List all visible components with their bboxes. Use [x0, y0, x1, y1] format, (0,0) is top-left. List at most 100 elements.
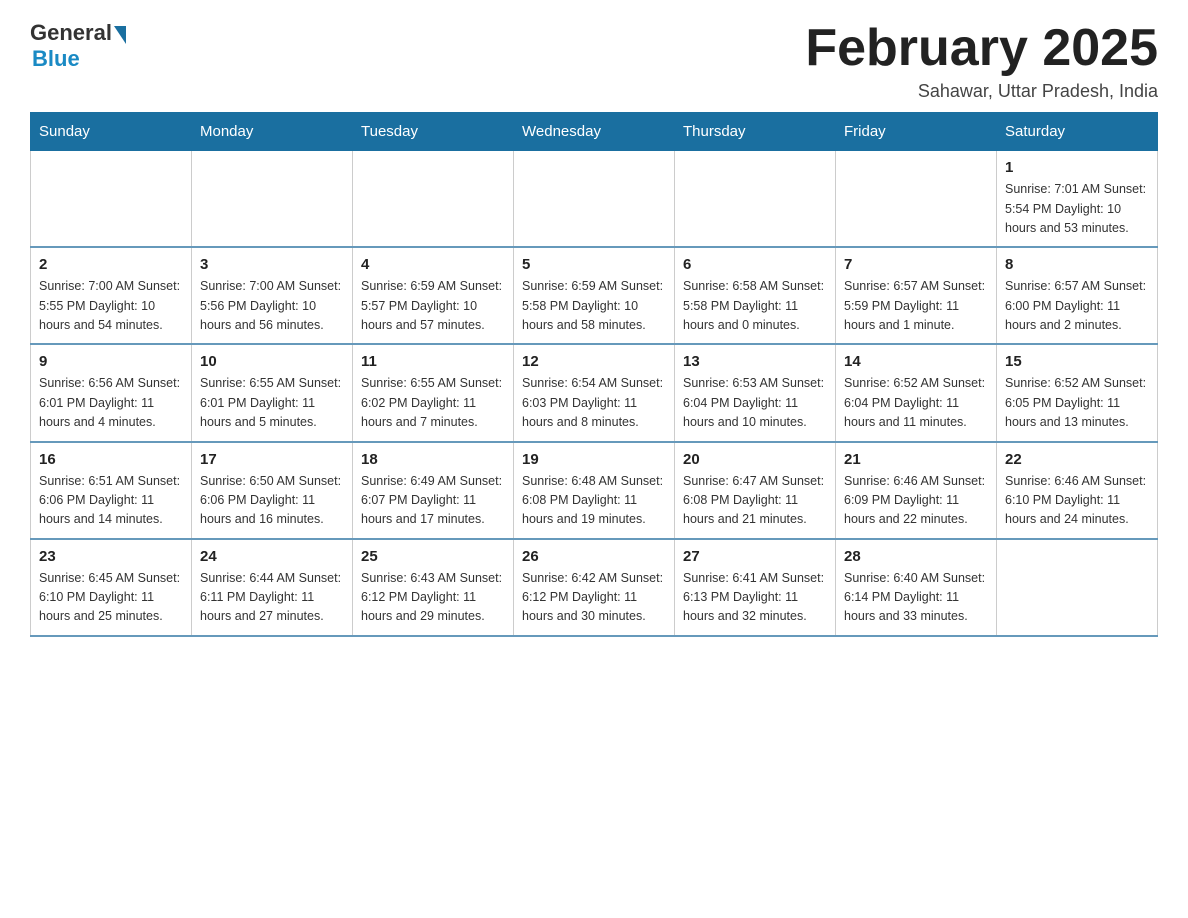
title-section: February 2025 Sahawar, Uttar Pradesh, In… [805, 20, 1158, 102]
day-info: Sunrise: 6:58 AM Sunset: 5:58 PM Dayligh… [683, 277, 827, 335]
day-number: 4 [361, 256, 505, 273]
day-number: 27 [683, 548, 827, 565]
calendar-cell: 8 Sunrise: 6:57 AM Sunset: 6:00 PM Daylig… [997, 247, 1158, 344]
logo: General Blue [30, 20, 126, 72]
calendar-cell: 16 Sunrise: 6:51 AM Sunset: 6:06 PM Dayli… [31, 442, 192, 539]
day-number: 14 [844, 353, 988, 370]
calendar-table: SundayMondayTuesdayWednesdayThursdayFrid… [30, 112, 1158, 637]
day-info: Sunrise: 6:59 AM Sunset: 5:58 PM Dayligh… [522, 277, 666, 335]
calendar-cell: 13 Sunrise: 6:53 AM Sunset: 6:04 PM Dayli… [675, 344, 836, 441]
day-info: Sunrise: 6:52 AM Sunset: 6:05 PM Dayligh… [1005, 374, 1149, 432]
day-info: Sunrise: 6:57 AM Sunset: 6:00 PM Dayligh… [1005, 277, 1149, 335]
calendar-cell: 20Sunrise: 6:47 AM Sunset: 6:08 PM Dayli… [675, 442, 836, 539]
day-number: 15 [1005, 353, 1149, 370]
calendar-cell: 10 Sunrise: 6:55 AM Sunset: 6:01 PM Dayli… [192, 344, 353, 441]
day-info: Sunrise: 6:59 AM Sunset: 5:57 PM Dayligh… [361, 277, 505, 335]
calendar-cell: 23 Sunrise: 6:45 AM Sunset: 6:10 PM Dayli… [31, 539, 192, 636]
calendar-cell: 21 Sunrise: 6:46 AM Sunset: 6:09 PM Dayli… [836, 442, 997, 539]
day-of-week-header: Tuesday [353, 113, 514, 151]
day-number: 6 [683, 256, 827, 273]
calendar-cell: 15 Sunrise: 6:52 AM Sunset: 6:05 PM Dayli… [997, 344, 1158, 441]
day-of-week-header: Sunday [31, 113, 192, 151]
day-info: Sunrise: 7:01 AM Sunset: 5:54 PM Dayligh… [1005, 180, 1149, 238]
day-number: 24 [200, 548, 344, 565]
day-info: Sunrise: 6:43 AM Sunset: 6:12 PM Dayligh… [361, 569, 505, 627]
calendar-cell: 6 Sunrise: 6:58 AM Sunset: 5:58 PM Daylig… [675, 247, 836, 344]
day-info: Sunrise: 6:44 AM Sunset: 6:11 PM Dayligh… [200, 569, 344, 627]
calendar-cell [997, 539, 1158, 636]
calendar-week-row: 2 Sunrise: 7:00 AM Sunset: 5:55 PM Daylig… [31, 247, 1158, 344]
calendar-week-row: 9 Sunrise: 6:56 AM Sunset: 6:01 PM Daylig… [31, 344, 1158, 441]
day-number: 18 [361, 451, 505, 468]
calendar-cell: 25 Sunrise: 6:43 AM Sunset: 6:12 PM Dayli… [353, 539, 514, 636]
calendar-cell: 17Sunrise: 6:50 AM Sunset: 6:06 PM Dayli… [192, 442, 353, 539]
calendar-cell [514, 151, 675, 248]
day-info: Sunrise: 7:00 AM Sunset: 5:56 PM Dayligh… [200, 277, 344, 335]
calendar-cell [675, 151, 836, 248]
calendar-cell: 7Sunrise: 6:57 AM Sunset: 5:59 PM Daylig… [836, 247, 997, 344]
day-info: Sunrise: 6:48 AM Sunset: 6:08 PM Dayligh… [522, 472, 666, 530]
day-of-week-header: Saturday [997, 113, 1158, 151]
calendar-cell: 9 Sunrise: 6:56 AM Sunset: 6:01 PM Daylig… [31, 344, 192, 441]
day-number: 25 [361, 548, 505, 565]
month-title: February 2025 [805, 20, 1158, 77]
calendar-cell: 5 Sunrise: 6:59 AM Sunset: 5:58 PM Daylig… [514, 247, 675, 344]
day-info: Sunrise: 6:45 AM Sunset: 6:10 PM Dayligh… [39, 569, 183, 627]
day-info: Sunrise: 6:55 AM Sunset: 6:02 PM Dayligh… [361, 374, 505, 432]
day-number: 10 [200, 353, 344, 370]
day-info: Sunrise: 6:57 AM Sunset: 5:59 PM Dayligh… [844, 277, 988, 335]
calendar-week-row: 23 Sunrise: 6:45 AM Sunset: 6:10 PM Dayli… [31, 539, 1158, 636]
day-number: 26 [522, 548, 666, 565]
logo-triangle-icon [114, 26, 126, 44]
day-info: Sunrise: 6:46 AM Sunset: 6:10 PM Dayligh… [1005, 472, 1149, 530]
day-of-week-header: Wednesday [514, 113, 675, 151]
calendar-cell [353, 151, 514, 248]
day-info: Sunrise: 6:41 AM Sunset: 6:13 PM Dayligh… [683, 569, 827, 627]
logo-general-text: General [30, 20, 112, 46]
day-number: 1 [1005, 159, 1149, 176]
day-info: Sunrise: 6:55 AM Sunset: 6:01 PM Dayligh… [200, 374, 344, 432]
day-number: 23 [39, 548, 183, 565]
day-info: Sunrise: 6:56 AM Sunset: 6:01 PM Dayligh… [39, 374, 183, 432]
day-number: 16 [39, 451, 183, 468]
calendar-cell: 28Sunrise: 6:40 AM Sunset: 6:14 PM Dayli… [836, 539, 997, 636]
page-header: General Blue February 2025 Sahawar, Utta… [30, 20, 1158, 102]
calendar-cell: 3Sunrise: 7:00 AM Sunset: 5:56 PM Daylig… [192, 247, 353, 344]
calendar-cell [31, 151, 192, 248]
day-number: 17 [200, 451, 344, 468]
day-info: Sunrise: 6:42 AM Sunset: 6:12 PM Dayligh… [522, 569, 666, 627]
calendar-cell [836, 151, 997, 248]
logo-blue-text: Blue [32, 46, 80, 72]
day-of-week-header: Friday [836, 113, 997, 151]
calendar-week-row: 16 Sunrise: 6:51 AM Sunset: 6:06 PM Dayli… [31, 442, 1158, 539]
day-number: 28 [844, 548, 988, 565]
day-number: 8 [1005, 256, 1149, 273]
day-number: 2 [39, 256, 183, 273]
day-number: 21 [844, 451, 988, 468]
day-info: Sunrise: 6:51 AM Sunset: 6:06 PM Dayligh… [39, 472, 183, 530]
calendar-week-row: 1 Sunrise: 7:01 AM Sunset: 5:54 PM Daylig… [31, 151, 1158, 248]
days-of-week-row: SundayMondayTuesdayWednesdayThursdayFrid… [31, 113, 1158, 151]
day-number: 9 [39, 353, 183, 370]
day-info: Sunrise: 7:00 AM Sunset: 5:55 PM Dayligh… [39, 277, 183, 335]
day-info: Sunrise: 6:47 AM Sunset: 6:08 PM Dayligh… [683, 472, 827, 530]
calendar-cell: 18Sunrise: 6:49 AM Sunset: 6:07 PM Dayli… [353, 442, 514, 539]
day-info: Sunrise: 6:52 AM Sunset: 6:04 PM Dayligh… [844, 374, 988, 432]
calendar-cell: 1 Sunrise: 7:01 AM Sunset: 5:54 PM Daylig… [997, 151, 1158, 248]
calendar-body: 1 Sunrise: 7:01 AM Sunset: 5:54 PM Daylig… [31, 151, 1158, 636]
day-info: Sunrise: 6:54 AM Sunset: 6:03 PM Dayligh… [522, 374, 666, 432]
calendar-cell: 11Sunrise: 6:55 AM Sunset: 6:02 PM Dayli… [353, 344, 514, 441]
calendar-cell: 12Sunrise: 6:54 AM Sunset: 6:03 PM Dayli… [514, 344, 675, 441]
calendar-cell: 26 Sunrise: 6:42 AM Sunset: 6:12 PM Dayli… [514, 539, 675, 636]
location-text: Sahawar, Uttar Pradesh, India [805, 81, 1158, 102]
calendar-header: SundayMondayTuesdayWednesdayThursdayFrid… [31, 113, 1158, 151]
day-of-week-header: Monday [192, 113, 353, 151]
day-number: 13 [683, 353, 827, 370]
calendar-cell: 22 Sunrise: 6:46 AM Sunset: 6:10 PM Dayli… [997, 442, 1158, 539]
day-number: 22 [1005, 451, 1149, 468]
day-number: 5 [522, 256, 666, 273]
day-info: Sunrise: 6:46 AM Sunset: 6:09 PM Dayligh… [844, 472, 988, 530]
day-info: Sunrise: 6:53 AM Sunset: 6:04 PM Dayligh… [683, 374, 827, 432]
calendar-cell: 24 Sunrise: 6:44 AM Sunset: 6:11 PM Dayli… [192, 539, 353, 636]
calendar-cell: 19Sunrise: 6:48 AM Sunset: 6:08 PM Dayli… [514, 442, 675, 539]
